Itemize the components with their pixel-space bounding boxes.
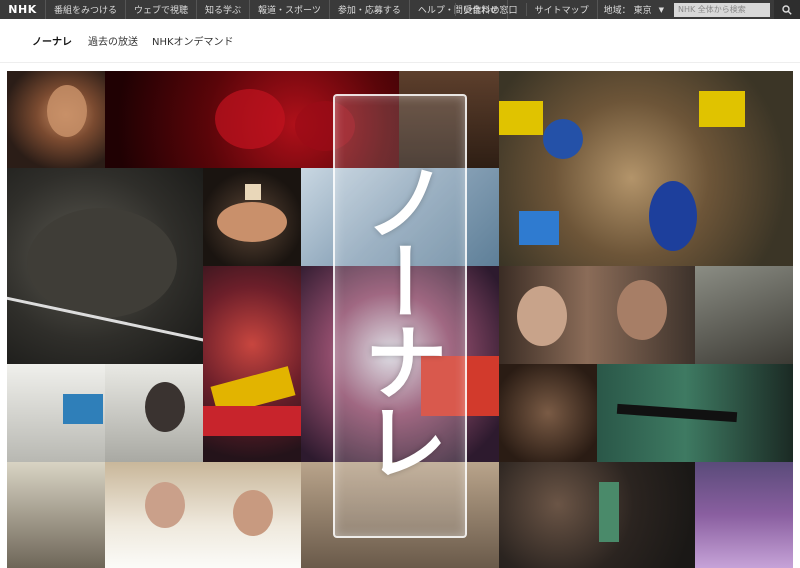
nav-watch-on-web[interactable]: ウェブで視聴 bbox=[126, 0, 198, 19]
tab-past-broadcasts[interactable]: 過去の放送 bbox=[88, 33, 138, 48]
collage-tile-face bbox=[499, 364, 597, 462]
tab-nonare[interactable]: ノーナレ bbox=[32, 33, 72, 48]
nav-news-sports[interactable]: 報道・スポーツ bbox=[250, 0, 330, 19]
search-input[interactable] bbox=[674, 2, 770, 17]
global-nav: 番組をみつける ウェブで視聴 知る学ぶ 報道・スポーツ 参加・応募する ヘルプ・… bbox=[46, 0, 508, 19]
region-label: 地域： bbox=[603, 6, 631, 16]
nav-participate[interactable]: 参加・応募する bbox=[330, 0, 410, 19]
program-nav: ノーナレ 過去の放送 NHKオンデマンド bbox=[0, 19, 800, 63]
program-title: ノーナレ bbox=[350, 159, 449, 479]
collage-tile-boar bbox=[7, 168, 203, 364]
collage-tile-woman bbox=[7, 71, 105, 168]
collage-tile-flags bbox=[203, 266, 301, 462]
global-nav-right: 受信料の窓口 サイトマップ 地域： 東京 ▼ bbox=[454, 0, 800, 19]
collage-tile-office bbox=[7, 364, 105, 462]
nav-sitemap[interactable]: サイトマップ bbox=[525, 3, 597, 16]
hero-collage: ノーナレ bbox=[7, 71, 793, 568]
program-title-panel: ノーナレ bbox=[333, 94, 467, 538]
search-icon bbox=[782, 4, 792, 15]
global-header: NHK 番組をみつける ウェブで視聴 知る学ぶ 報道・スポーツ 参加・応募する … bbox=[0, 0, 800, 19]
collage-tile-street bbox=[7, 462, 105, 568]
nav-find-programs[interactable]: 番組をみつける bbox=[46, 0, 127, 19]
collage-tile-factory bbox=[695, 266, 793, 364]
nhk-logo[interactable]: NHK bbox=[0, 0, 46, 19]
collage-tile-church bbox=[499, 462, 695, 568]
tab-nhk-ondemand[interactable]: NHKオンデマンド bbox=[152, 33, 234, 48]
collage-tile-office-man bbox=[105, 364, 203, 462]
search-button[interactable] bbox=[774, 0, 800, 19]
nav-learn[interactable]: 知る学ぶ bbox=[197, 0, 251, 19]
collage-tile-studio bbox=[499, 266, 695, 364]
search-box bbox=[670, 0, 800, 19]
collage-tile-hand-dice bbox=[203, 168, 301, 266]
collage-tile-chefs bbox=[105, 462, 301, 568]
caret-down-icon: ▼ bbox=[658, 5, 664, 14]
collage-tile-dancer bbox=[695, 462, 793, 568]
region-select[interactable]: 地域： 東京 ▼ bbox=[596, 0, 670, 19]
region-value: 東京 bbox=[633, 6, 652, 16]
collage-tile-phone-hand bbox=[597, 364, 793, 462]
nav-fee-window[interactable]: 受信料の窓口 bbox=[454, 3, 526, 16]
collage-tile-workers bbox=[499, 71, 793, 266]
